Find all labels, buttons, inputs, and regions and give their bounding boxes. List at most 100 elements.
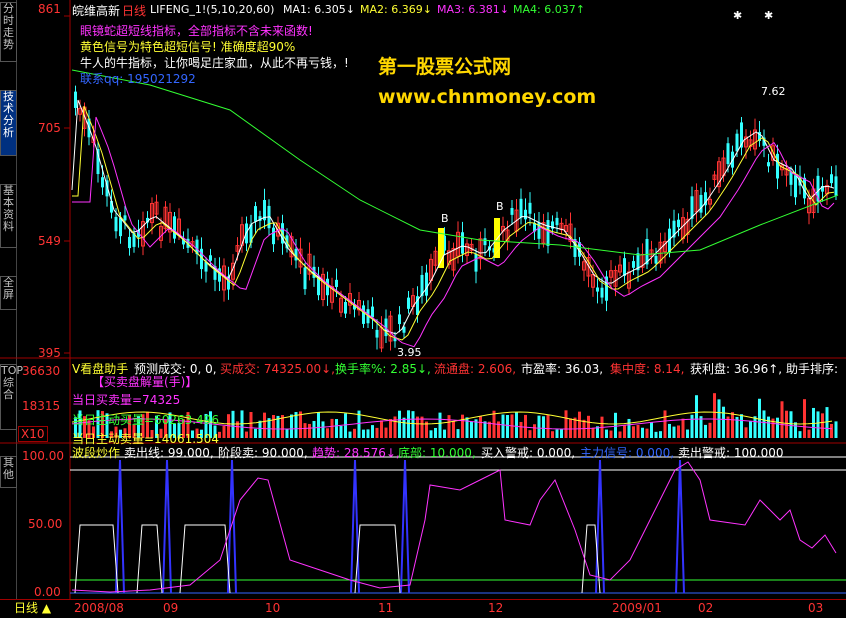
osc-spike: [400, 459, 410, 594]
candle-body: [767, 162, 770, 167]
volume-bar: [362, 429, 365, 438]
volume-bar: [794, 422, 797, 438]
volume-bar: [650, 422, 653, 438]
candle-body: [677, 219, 680, 228]
candle-body: [114, 216, 118, 232]
volume-bar: [290, 414, 293, 438]
volume-bar: [713, 393, 716, 438]
volume-bar: [668, 423, 671, 438]
candle-body: [834, 176, 838, 196]
vol-turnover: 换手率%: 2.85↓,: [335, 362, 431, 376]
volume-bar: [776, 417, 779, 438]
osc-plateau: [136, 524, 163, 594]
candle-body: [474, 253, 478, 272]
volume-bar: [767, 416, 770, 438]
candle-body: [398, 314, 401, 325]
candle-body: [335, 279, 338, 287]
candle-body: [425, 272, 428, 296]
candle-body: [596, 287, 599, 292]
candle-body: [407, 297, 410, 309]
candle-body: [794, 175, 797, 198]
volume-bar: [641, 427, 644, 438]
volume-bar: [380, 420, 383, 438]
volume-bar: [519, 421, 523, 438]
osc-stage-sell: 阶段卖: 90.000,: [218, 446, 308, 460]
volume-bar: [560, 429, 563, 438]
osc-title: 波段炒作: [72, 446, 121, 460]
volume-bar: [740, 414, 743, 438]
period-button[interactable]: 日线 ▲: [14, 600, 62, 616]
vol-float: 流通盘: 2.606,: [434, 362, 517, 376]
volume-bar: [330, 418, 334, 438]
vol-line-2: 当日主动买量=60263.496: [72, 413, 219, 427]
volume-bar: [429, 430, 433, 438]
volume-bar: [339, 426, 343, 438]
osc-plateau: [179, 524, 231, 594]
volume-bar: [456, 429, 460, 438]
volume-bar: [825, 407, 829, 438]
volume-bar: [443, 429, 446, 438]
volume-bar: [366, 429, 370, 438]
volume-bar: [551, 431, 554, 438]
volume-bar: [834, 421, 838, 438]
candle-body: [461, 232, 464, 254]
volume-bar: [533, 424, 536, 438]
candle-body: [272, 227, 275, 245]
time-axis-bar: [0, 599, 846, 618]
volume-bar: [258, 420, 262, 438]
volume-bar: [416, 416, 419, 438]
time-label-1: 09: [163, 601, 179, 615]
volume-bar: [627, 418, 631, 438]
volume-bar: [272, 414, 275, 438]
candle-body: [519, 198, 523, 218]
volume-bar: [609, 430, 613, 438]
period-button-label: 日线: [14, 601, 39, 615]
osc-spike: [162, 459, 172, 594]
candle-body: [726, 143, 730, 165]
volume-bar: [780, 401, 784, 438]
candle-body: [699, 194, 703, 213]
candle-body: [632, 261, 635, 268]
candle-body: [173, 216, 176, 239]
candle-body: [128, 236, 131, 249]
ma1-value: MA1: 6.305↓: [283, 3, 355, 16]
osc-spike: [115, 459, 125, 594]
volume-bar: [353, 428, 356, 438]
volume-bar: [344, 413, 347, 438]
volume-bar: [254, 428, 257, 438]
volume-bar: [308, 423, 311, 438]
osc-spike: [350, 459, 360, 594]
volume-bar: [542, 416, 545, 438]
candle-body: [776, 153, 779, 179]
volume-bar: [690, 414, 694, 438]
time-label-7: 03: [808, 601, 824, 615]
star-icon: ✱: [764, 9, 774, 22]
osc-sell-alert: 卖出警戒: 100.000: [678, 446, 784, 460]
volume-bar: [798, 431, 802, 438]
volume-bar: [348, 431, 352, 438]
volume-bar: [605, 429, 608, 438]
candle-body: [524, 209, 527, 220]
volume-bar: [371, 425, 374, 438]
time-label-0: 2008/08: [74, 601, 124, 615]
volume-bar: [821, 413, 824, 438]
volume-bar: [488, 421, 491, 438]
volume-bar: [618, 431, 622, 438]
volume-bar: [263, 412, 266, 438]
vol-profit: 获利盘: 36.96↑,: [690, 362, 783, 376]
volume-bar: [285, 429, 289, 438]
osc-spike: [675, 459, 685, 594]
volume-bar: [461, 414, 464, 438]
watermark-title: 第一股票公式网: [378, 56, 512, 78]
volume-bar: [591, 427, 595, 438]
candle-body: [528, 202, 532, 214]
time-label-5: 2009/01: [612, 601, 662, 615]
candle-body: [74, 91, 77, 108]
volume-bar: [722, 406, 725, 438]
candle-body: [371, 306, 374, 318]
buy-mark-2: B: [496, 200, 504, 213]
stock-name: 皖维高新: [72, 4, 121, 18]
volume-bar: [303, 423, 307, 438]
promo-line-4: 联系qq: 195021292: [80, 72, 196, 86]
vol-subtitle: 【买卖盘解量(手)】: [92, 375, 198, 389]
